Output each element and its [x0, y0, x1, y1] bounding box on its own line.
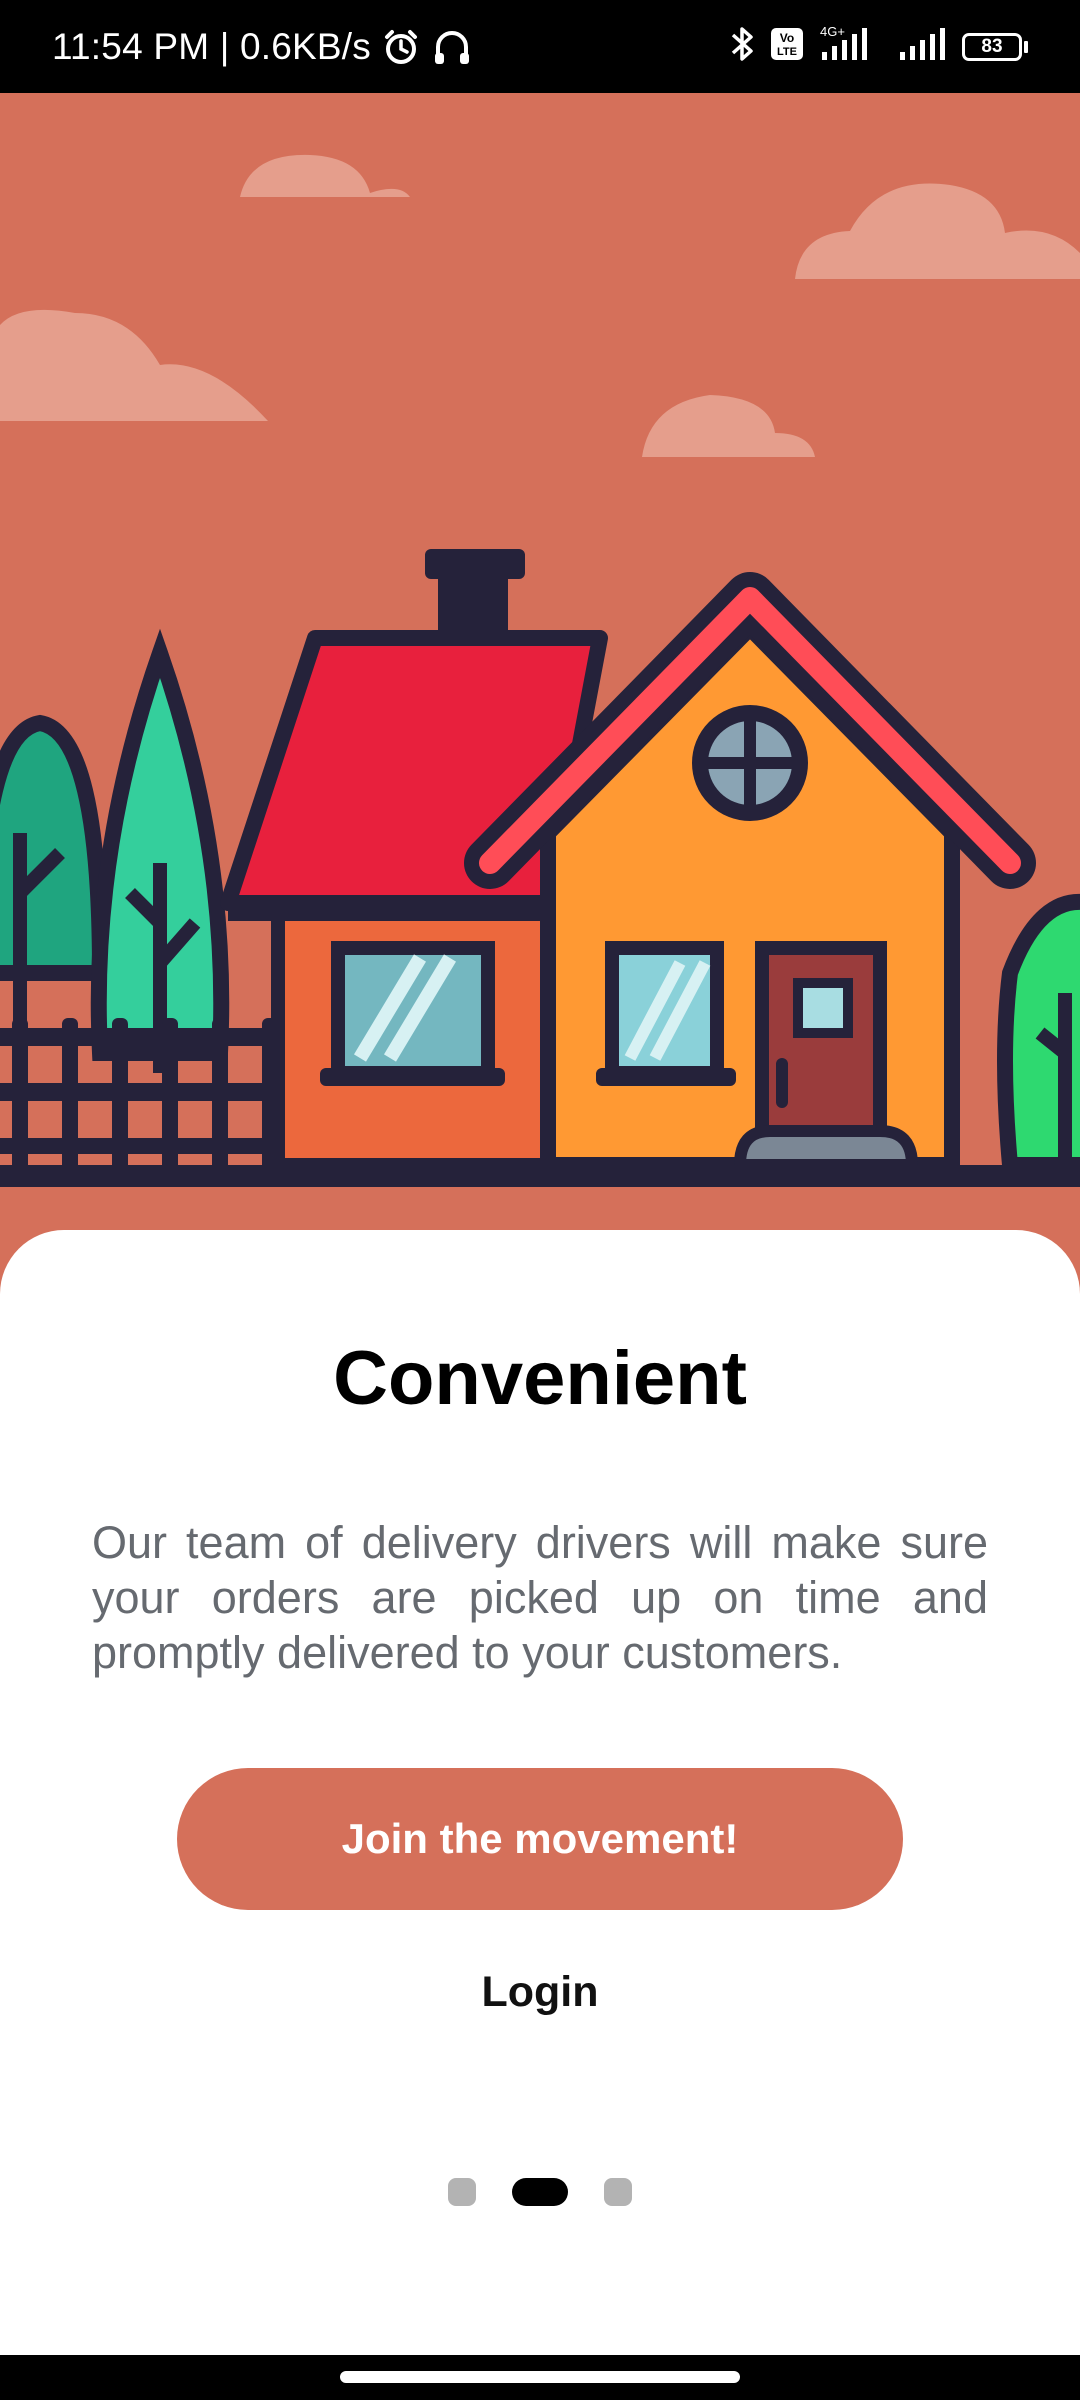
signal-strength-icon: 4G+ — [818, 24, 884, 69]
fence-icon — [0, 1018, 300, 1178]
status-time: 11:54 PM | 0.6KB/s — [52, 25, 371, 67]
login-link[interactable]: Login — [0, 1968, 1080, 2017]
bluetooth-icon — [730, 24, 756, 69]
battery-level: 83 — [962, 32, 1022, 61]
page-indicator — [0, 2178, 1080, 2208]
page-dot-1[interactable] — [448, 2178, 476, 2206]
svg-text:Vo: Vo — [780, 31, 794, 45]
svg-text:LTE: LTE — [777, 46, 797, 58]
page-dot-2-active[interactable] — [512, 2178, 568, 2206]
headset-icon — [431, 27, 473, 67]
navigation-bar — [0, 2355, 1080, 2400]
alarm-icon — [381, 27, 421, 67]
battery-icon: 83 — [962, 32, 1028, 61]
volte-badge-icon: Vo LTE — [770, 27, 804, 66]
signal-strength-2-icon — [898, 24, 948, 69]
tree-icon — [997, 894, 1080, 1173]
status-bar: 11:54 PM | 0.6KB/s Vo LTE 4G+ 83 — [0, 0, 1080, 93]
home-gesture-handle[interactable] — [340, 2371, 740, 2383]
join-movement-button[interactable]: Join the movement! — [177, 1768, 903, 1910]
house-illustration — [0, 93, 1080, 1293]
page-title: Convenient — [333, 1336, 747, 1421]
network-type-label: 4G+ — [820, 24, 845, 39]
description-text: Our team of delivery drivers will make s… — [92, 1517, 988, 1678]
page-dot-3[interactable] — [604, 2178, 632, 2206]
